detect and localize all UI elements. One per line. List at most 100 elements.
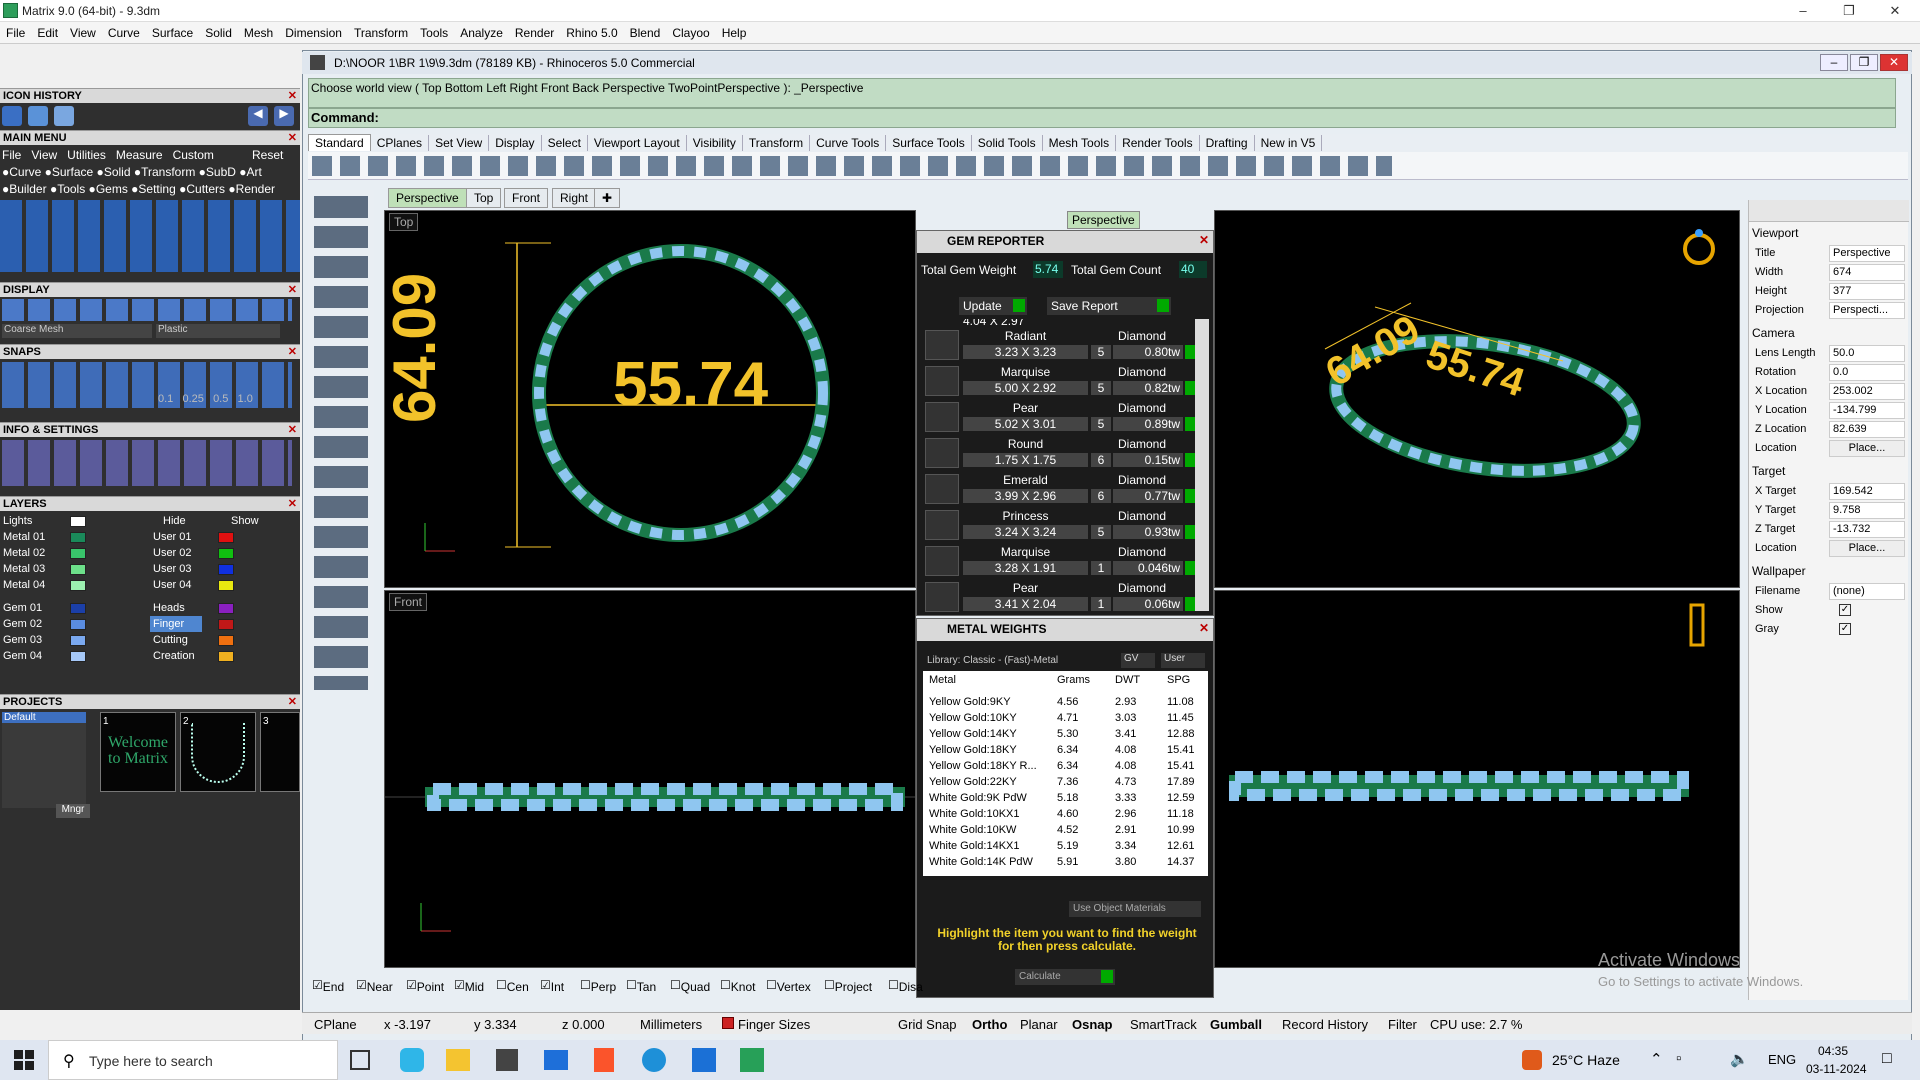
status-cplane[interactable]: CPlane — [314, 1017, 357, 1032]
weather-icon[interactable] — [1522, 1050, 1542, 1070]
layer-lights[interactable]: Lights — [0, 513, 32, 529]
osnap-tan[interactable]: ☐ Tan — [626, 978, 656, 994]
command-line[interactable]: Command: — [308, 108, 1896, 128]
layer-metal-04[interactable]: Metal 04 — [0, 577, 45, 593]
menu-file[interactable]: File — [0, 22, 31, 40]
layer-gem-03[interactable]: Gem 03 — [0, 632, 42, 648]
snap-values[interactable]: 0.1 0.25 0.5 1.0 — [158, 393, 288, 407]
mm-builder[interactable]: Builder — [9, 182, 46, 196]
palette-tool-icons[interactable] — [314, 196, 368, 690]
mm-measure[interactable]: Measure — [116, 148, 163, 162]
gem-row[interactable]: Pear 3.41 X 2.04 Diamond 1 0.06tw — [925, 579, 1195, 615]
close-icon[interactable]: ✕ — [288, 283, 297, 297]
close-icon[interactable]: ✕ — [288, 423, 297, 437]
layer-gem-04[interactable]: Gem 04 — [0, 648, 42, 664]
clock-time[interactable]: 04:35 — [1818, 1044, 1848, 1058]
tab-right[interactable]: Right — [552, 188, 597, 208]
arrow-right-icon[interactable]: ▶ — [274, 106, 294, 126]
menu-mesh[interactable]: Mesh — [238, 22, 279, 40]
menu-rhino5[interactable]: Rhino 5.0 — [560, 22, 623, 40]
properties-tabs[interactable] — [1749, 200, 1909, 222]
gem-select-arrow[interactable] — [1185, 345, 1195, 359]
layer-metal-02[interactable]: Metal 02 — [0, 545, 45, 561]
tab-set-view[interactable]: Set View — [429, 135, 490, 151]
close-icon[interactable]: ✕ — [1199, 233, 1209, 247]
tab-render-tools[interactable]: Render Tools — [1116, 135, 1200, 151]
status-planar[interactable]: Planar — [1020, 1017, 1058, 1032]
status-osnap[interactable]: Osnap — [1072, 1017, 1112, 1032]
osnap-quad[interactable]: ☐ Quad — [670, 978, 710, 994]
brave-browser-icon[interactable] — [594, 1048, 614, 1072]
rhino-minimize-button[interactable]: – — [1820, 54, 1848, 71]
viewport-perspective-label[interactable]: Perspective — [1067, 211, 1140, 229]
mm-view[interactable]: View — [31, 148, 57, 162]
status-layer[interactable]: Finger Sizes — [738, 1017, 810, 1032]
material-select[interactable]: Plastic — [156, 324, 280, 338]
tab-transform[interactable]: Transform — [743, 135, 811, 151]
osnap-perp[interactable]: ☐ Perp — [580, 978, 616, 994]
menu-help[interactable]: Help — [716, 22, 753, 40]
layer-heads[interactable]: Heads — [150, 600, 185, 616]
layer-user-04[interactable]: User 04 — [150, 577, 192, 593]
creation-swatch[interactable] — [218, 651, 234, 662]
tray-chevron-icon[interactable]: ⌃ — [1650, 1050, 1663, 1068]
hide-button[interactable]: Hide — [160, 513, 186, 529]
layer-creation[interactable]: Creation — [150, 648, 195, 664]
menu-render[interactable]: Render — [509, 22, 560, 40]
mm-setting[interactable]: Setting — [138, 182, 175, 196]
close-icon[interactable]: ✕ — [288, 695, 297, 709]
app-icon[interactable] — [692, 1048, 716, 1072]
gem-row[interactable]: Marquise 5.00 X 2.92 Diamond 5 0.82tw — [925, 363, 1195, 399]
gem-04-swatch[interactable] — [70, 651, 86, 662]
gem-row[interactable]: Emerald 3.99 X 2.96 Diamond 6 0.77tw — [925, 471, 1195, 507]
update-button[interactable]: Update — [959, 297, 1027, 315]
user-04-swatch[interactable] — [218, 580, 234, 591]
tab-select[interactable]: Select — [542, 135, 588, 151]
mm-tools[interactable]: Tools — [57, 182, 85, 196]
layer-color-swatch[interactable] — [722, 1017, 734, 1029]
osnap-point[interactable]: ☑ Point — [406, 978, 444, 994]
heads-swatch[interactable] — [218, 603, 234, 614]
tab-surface-tools[interactable]: Surface Tools — [886, 135, 972, 151]
layer-gem-02[interactable]: Gem 02 — [0, 616, 42, 632]
tab-new-in-v5[interactable]: New in V5 — [1255, 135, 1323, 151]
status-grid-snap[interactable]: Grid Snap — [898, 1017, 957, 1032]
gem-select-arrow[interactable] — [1185, 561, 1195, 575]
status-gumball[interactable]: Gumball — [1210, 1017, 1262, 1032]
tab-standard[interactable]: Standard — [308, 134, 371, 151]
weather-text[interactable]: 25°C Haze — [1552, 1052, 1620, 1068]
lights-swatch[interactable] — [70, 516, 86, 527]
layer-cutting[interactable]: Cutting — [150, 632, 188, 648]
history-icon[interactable] — [28, 106, 48, 126]
gem-row[interactable]: Pear 5.02 X 3.01 Diamond 5 0.89tw — [925, 399, 1195, 435]
manager-button[interactable]: Mngr — [56, 804, 90, 818]
user-03-swatch[interactable] — [218, 564, 234, 575]
layer-gem-01[interactable]: Gem 01 — [0, 600, 42, 616]
tab-cplanes[interactable]: CPlanes — [371, 135, 430, 151]
viewport-front[interactable]: Front — [384, 590, 916, 968]
gem-select-arrow[interactable] — [1185, 489, 1195, 503]
mm-gems[interactable]: Gems — [96, 182, 128, 196]
layer-user-02[interactable]: User 02 — [150, 545, 192, 561]
menu-analyze[interactable]: Analyze — [454, 22, 509, 40]
project-thumb-2[interactable]: 2 — [180, 712, 256, 792]
taskbar-search[interactable]: ⚲ Type here to search — [48, 1040, 338, 1080]
tab-mesh-tools[interactable]: Mesh Tools — [1043, 135, 1117, 151]
osnap-disable[interactable]: ☐ Disa — [888, 978, 923, 994]
layer-metal-01[interactable]: Metal 01 — [0, 529, 45, 545]
network-icon[interactable]: ▫ — [1676, 1050, 1681, 1067]
task-view-icon[interactable] — [350, 1050, 370, 1070]
gem-02-swatch[interactable] — [70, 619, 86, 630]
show-button[interactable]: Show — [228, 513, 259, 529]
close-icon[interactable]: ✕ — [288, 89, 297, 103]
notifications-icon[interactable]: □ — [1882, 1050, 1892, 1068]
status-ortho[interactable]: Ortho — [972, 1017, 1007, 1032]
mm-utilities[interactable]: Utilities — [67, 148, 106, 162]
tab-perspective[interactable]: Perspective — [388, 188, 467, 208]
menu-clayoo[interactable]: Clayoo — [666, 22, 715, 40]
mm-subd[interactable]: SubD — [206, 165, 236, 179]
project-default[interactable]: Default — [2, 712, 86, 723]
use-object-materials[interactable]: Use Object Materials — [1069, 901, 1201, 917]
show-checkbox[interactable]: ✓ — [1839, 604, 1851, 616]
osnap-mid[interactable]: ☑ Mid — [454, 978, 484, 994]
